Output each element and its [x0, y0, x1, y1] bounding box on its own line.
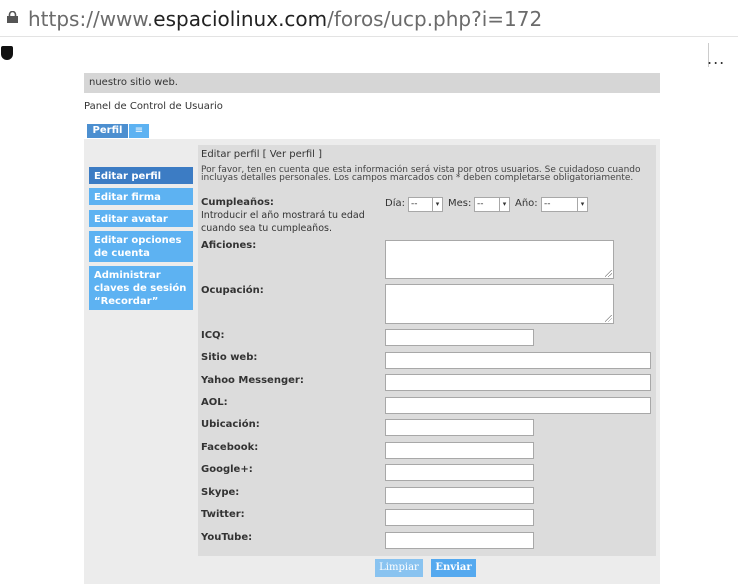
aol-input[interactable]	[385, 397, 651, 414]
icq-input[interactable]	[385, 329, 534, 346]
sidebar-item-editar-opciones[interactable]: Editar opciones de cuenta	[89, 231, 193, 262]
url-scheme: https://www.	[28, 7, 154, 31]
year-select[interactable]: -- ▾	[541, 197, 588, 212]
yahoo-input[interactable]	[385, 374, 651, 391]
reset-button[interactable]: Limpiar	[375, 559, 423, 577]
facebook-input[interactable]	[385, 442, 534, 459]
sidebar-item-label: Editar opciones de cuenta	[94, 235, 182, 259]
twitter-input[interactable]	[385, 509, 534, 526]
submit-button[interactable]: Enviar	[431, 559, 476, 577]
aol-label: AOL:	[201, 397, 228, 408]
resize-handle-icon[interactable]	[605, 315, 612, 322]
ocupacion-textarea[interactable]	[385, 284, 614, 324]
website-label: Sitio web:	[201, 352, 258, 363]
twitter-label: Twitter:	[201, 509, 245, 520]
chevron-down-icon: ▾	[432, 198, 442, 211]
year-value: --	[544, 199, 551, 209]
sidebar-item-label: Editar firma	[94, 192, 161, 203]
aficiones-label: Aficiones:	[201, 240, 257, 251]
url-text[interactable]: https://www.espaciolinux.com/foros/ucp.p…	[28, 6, 542, 32]
resize-handle-icon[interactable]	[605, 270, 612, 277]
birthday-label: Cumpleaños:	[201, 197, 274, 208]
day-label: Día:	[385, 198, 405, 209]
sidebar-item-editar-firma[interactable]: Editar firma	[89, 188, 193, 205]
lock-icon	[7, 11, 18, 23]
url-domain: espaciolinux.com	[153, 7, 328, 31]
year-label: Año:	[515, 198, 538, 209]
ocupacion-label: Ocupación:	[201, 285, 264, 296]
youtube-label: YouTube:	[201, 532, 253, 543]
sidebar-item-editar-avatar[interactable]: Editar avatar	[89, 210, 193, 227]
notice-text: nuestro sitio web.	[89, 77, 178, 88]
skype-label: Skype:	[201, 487, 240, 498]
month-select[interactable]: -- ▾	[474, 197, 510, 212]
sidebar-item-label: Editar perfil	[94, 171, 162, 182]
bookmarks-bar	[0, 37, 738, 73]
month-label: Mes:	[448, 198, 472, 209]
aficiones-textarea[interactable]	[385, 240, 614, 279]
breadcrumb: Editar perfil [ Ver perfil ]	[201, 149, 323, 160]
ubicacion-label: Ubicación:	[201, 419, 260, 430]
facebook-label: Facebook:	[201, 442, 259, 453]
more-bookmarks-button[interactable]: ...	[707, 49, 725, 68]
day-select[interactable]: -- ▾	[408, 197, 443, 212]
day-value: --	[411, 199, 418, 209]
sidebar-item-administrar-claves[interactable]: Administrar claves de sesión “Recordar”	[89, 266, 193, 310]
ubicacion-input[interactable]	[385, 419, 534, 436]
google-label: Google+:	[201, 464, 253, 475]
url-path: /foros/ucp.php?i=172	[327, 7, 543, 31]
page-title: Panel de Control de Usuario	[84, 101, 223, 112]
tab-perfil[interactable]: Perfil	[87, 124, 128, 138]
month-value: --	[477, 199, 484, 209]
icq-label: ICQ:	[201, 330, 225, 341]
sidebar-item-label: Editar avatar	[94, 214, 168, 225]
birthday-hint: Introducir el año mostrará tu edad cuand…	[201, 210, 365, 234]
menu-icon[interactable]: ≡	[129, 124, 149, 138]
yahoo-label: Yahoo Messenger:	[201, 375, 304, 386]
skype-input[interactable]	[385, 487, 534, 504]
chevron-down-icon: ▾	[499, 198, 509, 211]
youtube-input[interactable]	[385, 532, 534, 549]
website-input[interactable]	[385, 352, 651, 369]
chevron-down-icon: ▾	[577, 198, 587, 211]
bookmark-shield-icon[interactable]	[1, 46, 13, 60]
info-text: Por favor, ten en cuenta que esta inform…	[201, 165, 641, 183]
google-input[interactable]	[385, 464, 534, 481]
sidebar-item-editar-perfil[interactable]: Editar perfil	[89, 167, 193, 184]
sidebar-item-label: Administrar claves de sesión “Recordar”	[94, 270, 187, 307]
